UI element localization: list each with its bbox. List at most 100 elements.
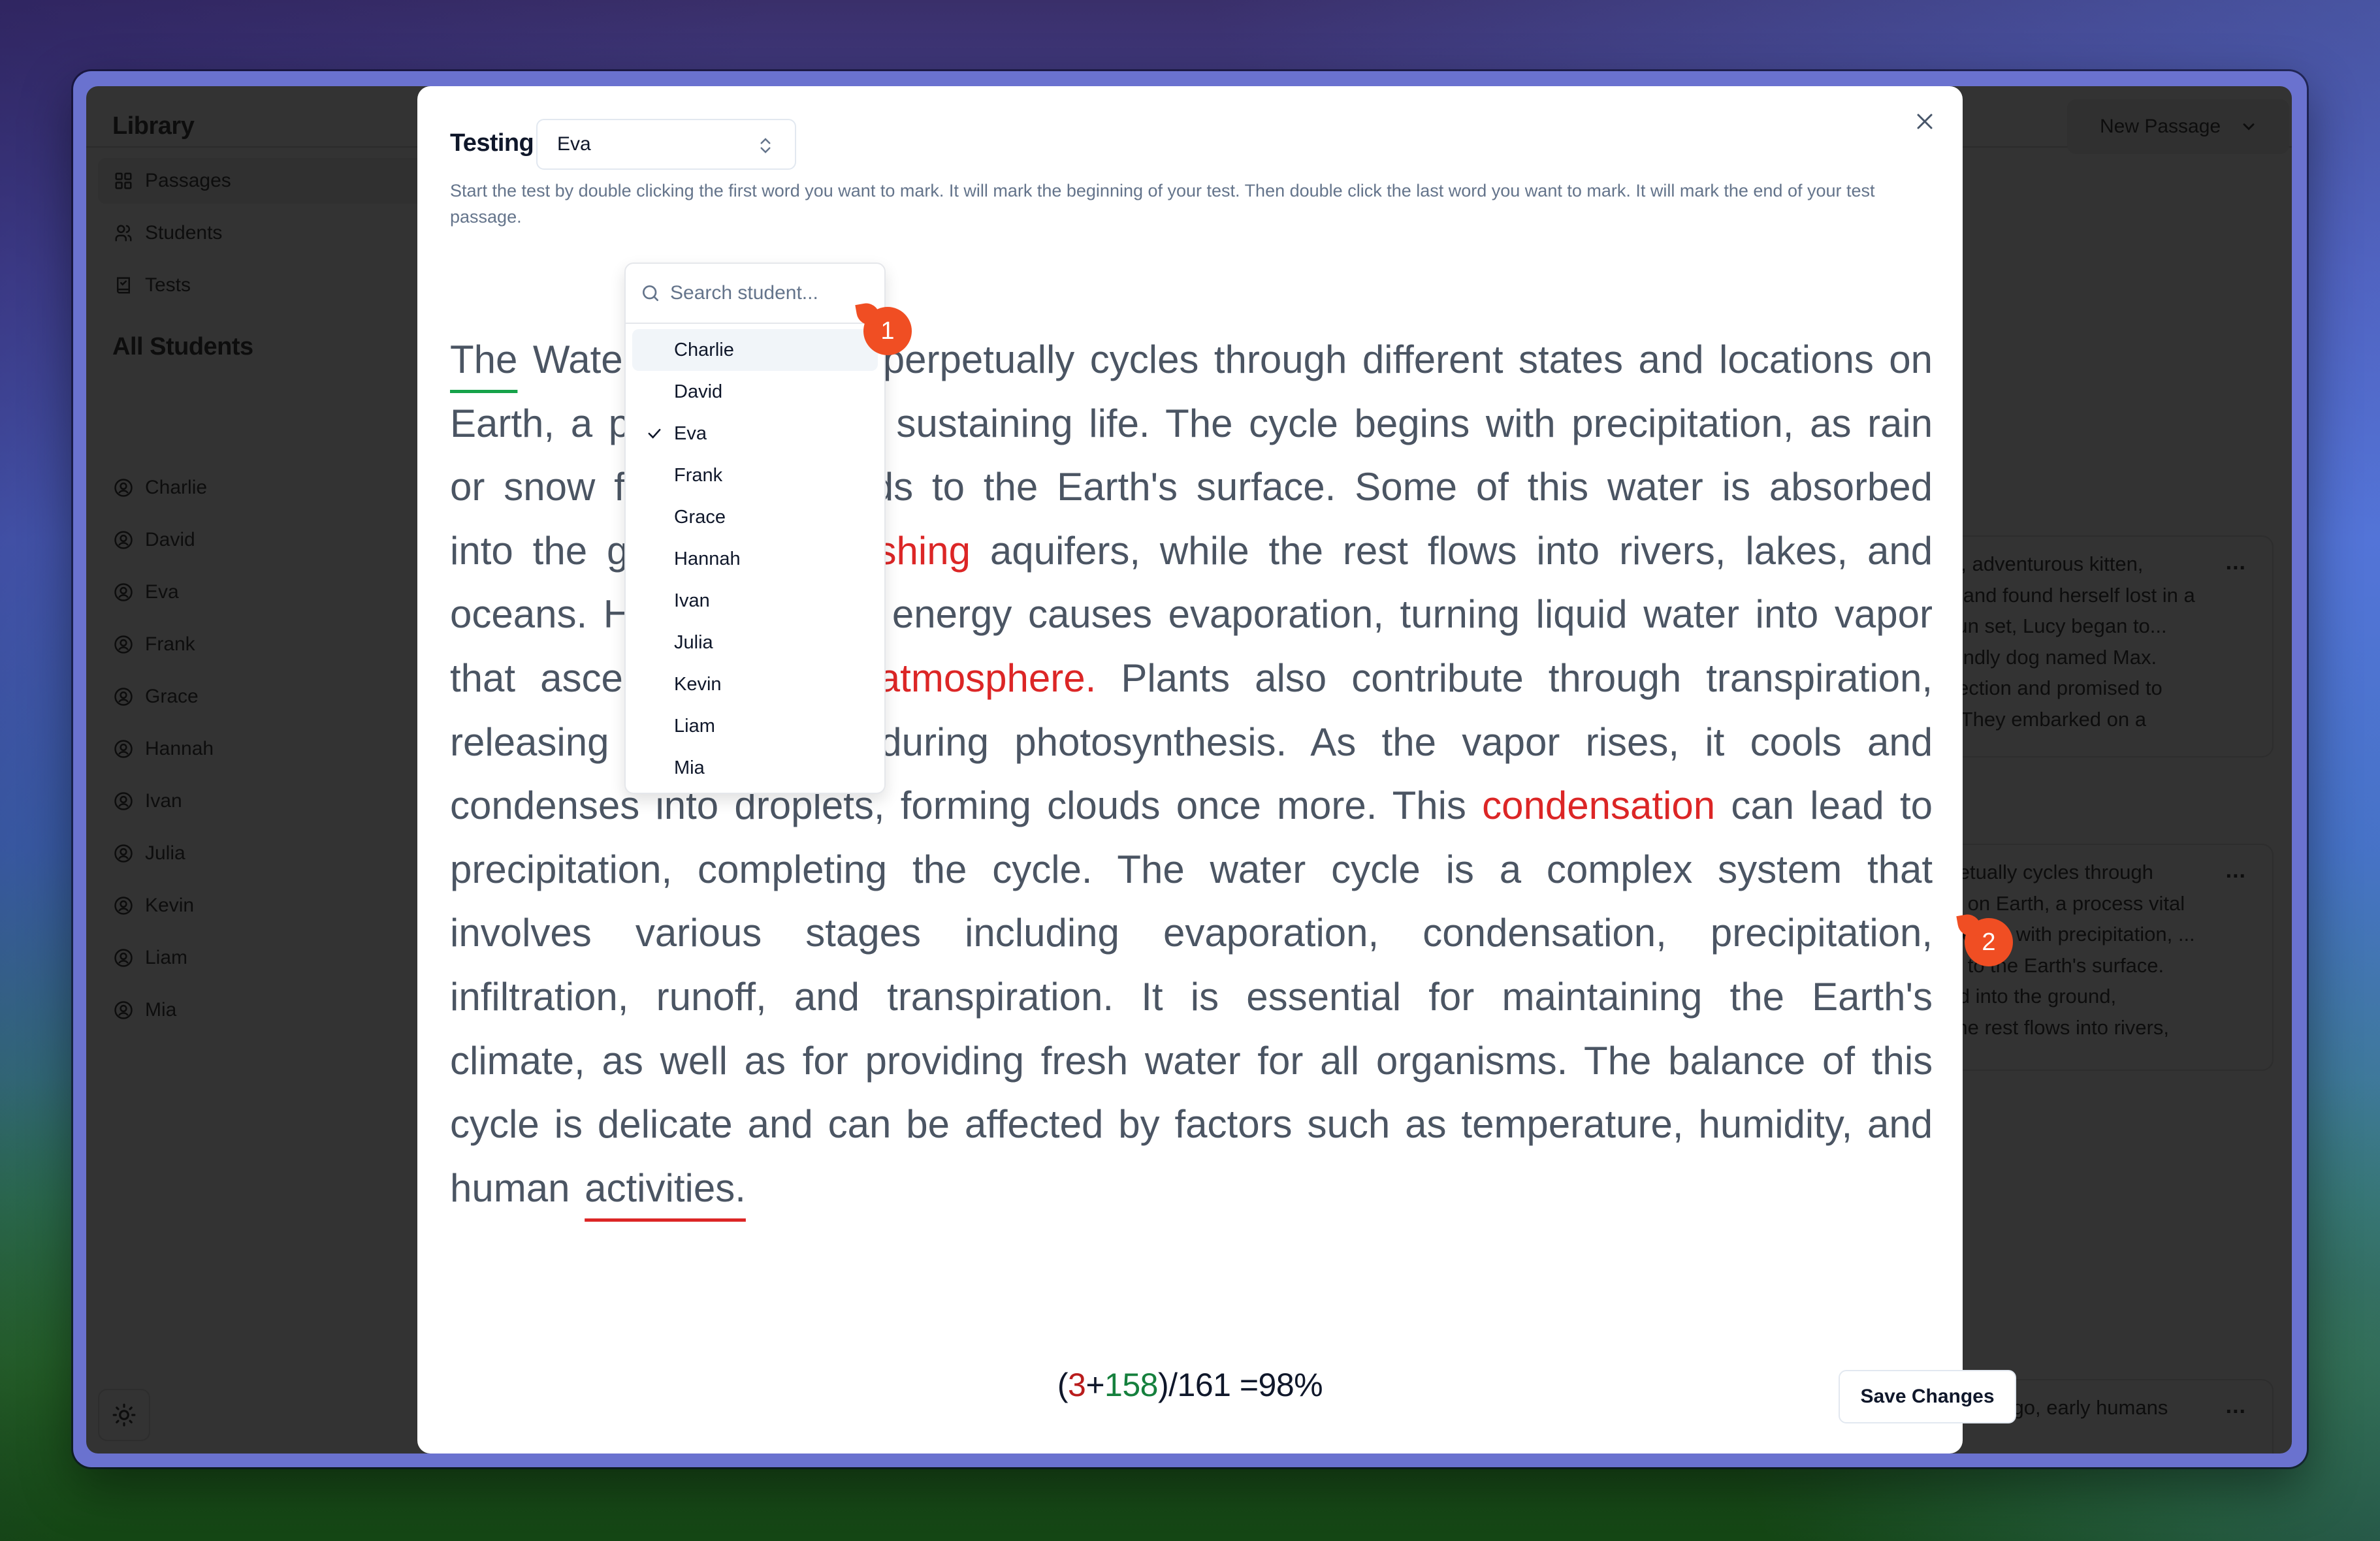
passage-word[interactable]: and xyxy=(748,1102,813,1146)
passage-word[interactable]: surface. xyxy=(1197,465,1336,509)
passage-word[interactable]: for xyxy=(803,1039,848,1083)
passage-word[interactable]: forming xyxy=(901,784,1031,827)
passage-word[interactable]: completing xyxy=(698,848,887,891)
passage-word[interactable]: as xyxy=(745,1039,786,1083)
sidebar-student-item[interactable]: David xyxy=(98,517,464,563)
passage-word[interactable]: various xyxy=(635,911,762,955)
passage-word[interactable]: liquid xyxy=(1536,592,1628,636)
passage-word[interactable]: for xyxy=(1257,1039,1303,1083)
passage-word[interactable]: photosynthesis. xyxy=(1014,720,1287,764)
sidebar-student-item[interactable]: Eva xyxy=(98,569,464,615)
passage-word[interactable]: of xyxy=(1822,1039,1855,1083)
passage-word[interactable]: precipitation, xyxy=(1571,402,1793,445)
theme-toggle-button[interactable] xyxy=(98,1389,150,1441)
passage-word[interactable]: organisms. xyxy=(1376,1039,1568,1083)
passage-word[interactable]: energy xyxy=(892,592,1012,636)
passage-word[interactable]: is xyxy=(1446,848,1474,891)
passage-word[interactable]: and xyxy=(794,975,860,1019)
passage-word[interactable]: transpiration, xyxy=(1706,656,1933,700)
passage-word[interactable]: the xyxy=(984,465,1038,509)
passage-word[interactable]: and xyxy=(1638,338,1703,381)
search-student-input[interactable] xyxy=(670,282,866,304)
passage-word[interactable]: causes xyxy=(1028,592,1152,636)
passage-word[interactable]: cycle xyxy=(1249,402,1338,445)
passage-word[interactable]: with xyxy=(1486,402,1556,445)
passage-word[interactable]: infiltration, xyxy=(450,975,628,1019)
passage-word[interactable]: to xyxy=(932,465,965,509)
passage-word[interactable]: vapor xyxy=(1835,592,1933,636)
passage-word[interactable]: a xyxy=(571,402,592,445)
passage-word[interactable]: the xyxy=(533,529,587,573)
passage-word[interactable]: condenses xyxy=(450,784,639,827)
passage-word[interactable]: more. xyxy=(1277,784,1377,827)
passage-word[interactable]: well xyxy=(660,1039,728,1083)
passage-word[interactable]: This xyxy=(1392,784,1466,827)
passage-word[interactable]: absorbed xyxy=(1769,465,1933,509)
student-option[interactable]: Charlie xyxy=(632,329,878,371)
passage-word[interactable]: complex xyxy=(1547,848,1692,891)
passage-word[interactable]: clouds xyxy=(1047,784,1160,827)
passage-word[interactable]: water xyxy=(1145,1039,1241,1083)
passage-word[interactable]: cycle xyxy=(450,1102,539,1146)
passage-word-error[interactable]: condensation xyxy=(1482,784,1715,827)
passage-word[interactable]: Earth, xyxy=(450,402,555,445)
sidebar-item-students[interactable]: Students xyxy=(98,210,464,256)
passage-word[interactable]: temperature, xyxy=(1461,1102,1683,1146)
student-option[interactable]: Julia xyxy=(632,622,878,663)
passage-word[interactable]: rest xyxy=(1343,529,1408,573)
passage-word[interactable]: Water xyxy=(533,338,636,381)
passage-word[interactable]: aquifers, xyxy=(990,529,1140,573)
passage-word[interactable]: system xyxy=(1718,848,1842,891)
sidebar-item-passages[interactable]: Passages xyxy=(98,158,464,204)
passage-word[interactable]: vapor xyxy=(1462,720,1560,764)
passage-word[interactable]: by xyxy=(1118,1102,1159,1146)
passage-word[interactable]: evaporation, xyxy=(1163,911,1379,955)
passage-word[interactable]: the xyxy=(1269,529,1323,573)
passage-word[interactable]: on xyxy=(1889,338,1933,381)
passage-word[interactable]: lead xyxy=(1810,784,1884,827)
passage-word[interactable]: this xyxy=(1528,465,1588,509)
passage-word[interactable]: turning xyxy=(1400,592,1519,636)
sidebar-student-item[interactable]: Kevin xyxy=(98,883,464,929)
passage-word[interactable]: this xyxy=(1872,1039,1933,1083)
student-option[interactable]: Mia xyxy=(632,747,878,789)
passage-word[interactable]: it xyxy=(1705,720,1724,764)
save-changes-button[interactable]: Save Changes xyxy=(1839,1370,2016,1423)
passage-word[interactable]: cycle xyxy=(1331,848,1421,891)
passage-word[interactable]: and xyxy=(1867,720,1933,764)
passage-word[interactable]: stages xyxy=(805,911,921,955)
student-option[interactable]: Hannah xyxy=(632,538,878,580)
student-option[interactable]: Grace xyxy=(632,496,878,538)
passage-word[interactable]: Earth's xyxy=(1812,975,1933,1019)
passage-word[interactable]: The xyxy=(1117,848,1184,891)
passage-word[interactable]: transpiration. xyxy=(887,975,1114,1019)
more-options-button[interactable]: ... xyxy=(2226,547,2246,579)
passage-word[interactable]: water xyxy=(1210,848,1306,891)
student-option[interactable]: Eva xyxy=(632,413,878,454)
passage-word[interactable]: rain xyxy=(1867,402,1933,445)
passage-word[interactable]: during xyxy=(880,720,989,764)
passage-word[interactable]: also xyxy=(1255,656,1327,700)
passage-card[interactable]: nall, adventurous kitten, me and found h… xyxy=(1915,535,2274,757)
student-option[interactable]: David xyxy=(632,371,878,413)
passage-word[interactable]: can xyxy=(1731,784,1794,827)
passage-word[interactable]: that xyxy=(1867,848,1933,891)
sidebar-student-item[interactable]: Grace xyxy=(98,674,464,720)
passage-word[interactable]: be xyxy=(906,1102,950,1146)
passage-word[interactable]: into xyxy=(1756,592,1819,636)
passage-word[interactable]: lakes, xyxy=(1745,529,1848,573)
passage-word[interactable]: cycles xyxy=(1090,338,1199,381)
sidebar-student-item[interactable]: Mia xyxy=(98,987,464,1033)
passage-word[interactable]: essential xyxy=(1246,975,1401,1019)
passage-word[interactable]: that xyxy=(450,656,515,700)
passage-word[interactable]: for xyxy=(1428,975,1474,1019)
passage-word[interactable]: Some xyxy=(1355,465,1457,509)
passage-word[interactable]: balance xyxy=(1668,1039,1805,1083)
passage-word[interactable]: the xyxy=(1730,975,1784,1019)
passage-word-error[interactable]: atmosphere. xyxy=(878,656,1097,700)
passage-word[interactable]: life. xyxy=(1089,402,1150,445)
passage-word[interactable]: through xyxy=(1549,656,1682,700)
passage-word[interactable]: a xyxy=(1500,848,1521,891)
passage-word[interactable]: perpetually xyxy=(883,338,1075,381)
passage-word[interactable]: such xyxy=(1307,1102,1390,1146)
